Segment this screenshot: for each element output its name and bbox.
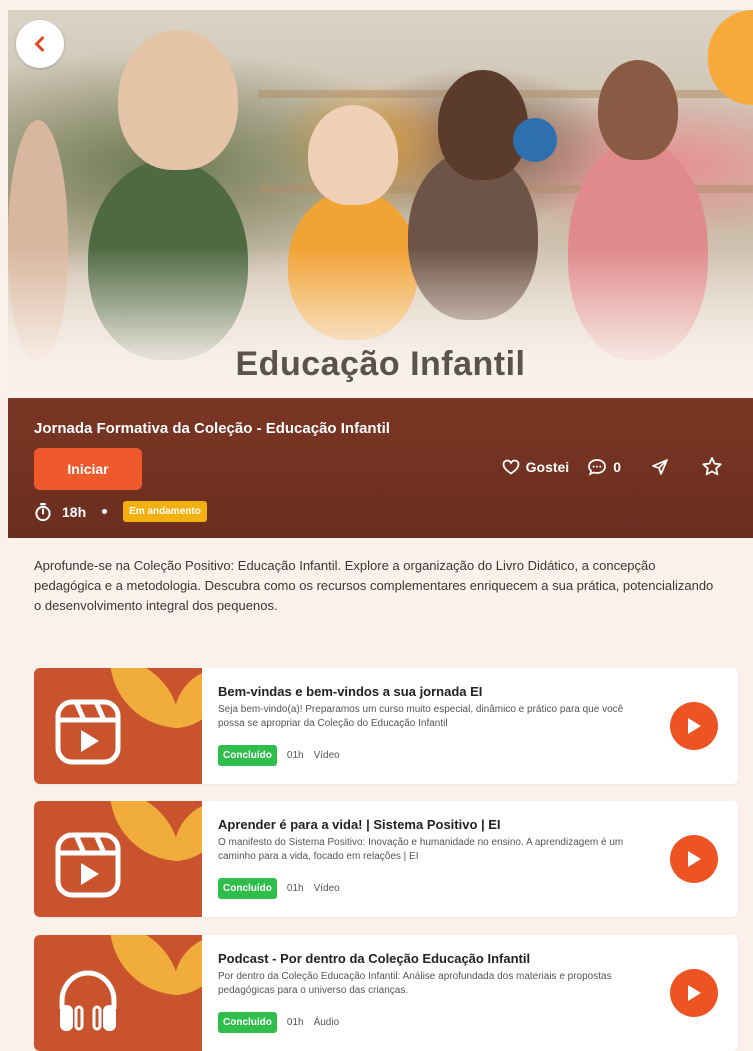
lesson-subtitle: Seja bem-vindo(a)! Preparamos um curso m…	[218, 704, 624, 729]
lesson-title: Bem-vindas e bem-vindos a sua jornada EI	[218, 684, 483, 699]
lesson-thumbnail	[34, 935, 202, 1051]
play-button[interactable]	[670, 969, 718, 1017]
lesson-thumbnail	[34, 668, 202, 784]
course-actions: Gostei 0	[502, 456, 723, 477]
heart-icon	[502, 459, 520, 475]
lesson-type: Vídeo	[313, 750, 340, 761]
status-badge: Em andamento	[123, 501, 207, 522]
like-label: Gostei	[525, 458, 570, 475]
lesson-duration: 01h	[286, 1017, 304, 1028]
globe-icon	[513, 118, 557, 162]
lesson-type: Vídeo	[313, 883, 340, 894]
lesson-subtitle: Por dentro da Coleção Educação Infantil:…	[218, 971, 612, 996]
comments-button[interactable]: 0	[587, 458, 621, 476]
lesson-thumbnail	[34, 801, 202, 917]
completed-badge: Concluído	[218, 745, 277, 766]
video-reel-icon	[55, 699, 121, 765]
lesson-card[interactable]: Aprender é para a vida! | Sistema Positi…	[34, 801, 738, 917]
comments-count: 0	[613, 458, 621, 475]
lesson-type: Áudio	[313, 1017, 340, 1028]
lesson-subtitle: O manifesto do Sistema Positivo: Inovaçã…	[218, 837, 624, 862]
chevron-left-icon	[35, 36, 44, 52]
comment-icon	[588, 458, 607, 476]
favorite-button[interactable]	[701, 456, 723, 477]
child-figure	[438, 70, 528, 180]
hero-banner: Educação Infantil	[8, 10, 753, 398]
lesson-duration: 01h	[286, 883, 304, 894]
video-reel-icon	[55, 832, 121, 898]
lesson-card[interactable]: Bem-vindas e bem-vindos a sua jornada EI…	[34, 668, 738, 784]
play-icon	[688, 718, 701, 734]
send-icon	[652, 458, 668, 475]
child-figure	[118, 30, 238, 170]
share-button[interactable]	[651, 458, 669, 476]
play-button[interactable]	[670, 702, 718, 750]
lesson-card[interactable]: Podcast - Por dentro da Coleção Educação…	[34, 935, 738, 1051]
course-meta: 18h Em andamento	[34, 501, 207, 522]
course-header: Jornada Formativa da Coleção - Educação …	[8, 398, 753, 538]
play-icon	[688, 985, 701, 1001]
back-button[interactable]	[16, 20, 64, 68]
lesson-title: Aprender é para a vida! | Sistema Positi…	[218, 817, 501, 832]
completed-badge: Concluído	[218, 1012, 277, 1033]
star-icon	[702, 457, 722, 476]
lesson-title: Podcast - Por dentro da Coleção Educação…	[218, 951, 531, 966]
course-description: Aprofunde-se na Coleção Positivo: Educaç…	[34, 558, 714, 613]
separator-dot	[102, 509, 108, 514]
course-duration: 18h	[62, 503, 87, 520]
headphones-icon	[59, 970, 117, 1031]
stopwatch-icon	[35, 502, 51, 521]
start-button[interactable]: Iniciar	[34, 448, 142, 490]
hero-title: Educação Infantil	[235, 345, 526, 383]
course-title: Jornada Formativa da Coleção - Educação …	[34, 420, 390, 437]
like-button[interactable]: Gostei	[502, 458, 570, 475]
lesson-duration: 01h	[286, 750, 304, 761]
child-figure	[308, 105, 398, 205]
child-figure	[598, 60, 678, 160]
play-button[interactable]	[670, 835, 718, 883]
completed-badge: Concluído	[218, 878, 277, 899]
play-icon	[688, 851, 701, 867]
